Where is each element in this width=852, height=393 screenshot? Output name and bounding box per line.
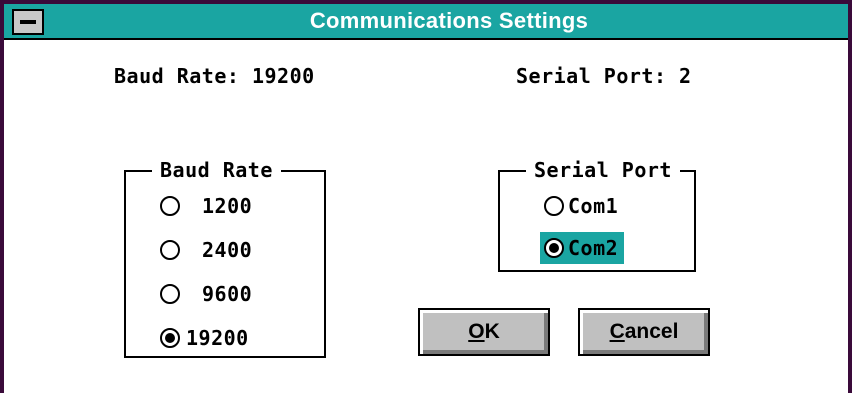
radio-label: Com1 xyxy=(568,194,619,218)
radio-port-com2[interactable]: Com2 xyxy=(540,232,625,264)
baud-rate-status: Baud Rate: 19200 xyxy=(114,64,315,88)
radio-baud-1200[interactable]: 1200 xyxy=(160,194,252,218)
window-title: Communications Settings xyxy=(309,8,589,33)
radio-label: 1200 xyxy=(202,194,253,218)
baud-rate-status-label: Baud Rate: xyxy=(114,64,240,88)
serial-port-status-value: 2 xyxy=(679,64,692,88)
radio-circle-icon xyxy=(160,284,180,304)
system-menu-button[interactable] xyxy=(12,9,44,35)
radio-label: 19200 xyxy=(186,326,249,350)
ok-accelerator: O xyxy=(468,320,485,343)
cancel-button[interactable]: Cancel xyxy=(578,308,710,356)
serial-port-status: Serial Port: 2 xyxy=(516,64,692,88)
radio-label: 2400 xyxy=(202,238,253,262)
radio-baud-9600[interactable]: 9600 xyxy=(160,282,252,306)
serial-port-group-label: Serial Port xyxy=(526,158,680,182)
radio-selected-icon xyxy=(544,238,564,258)
title-bar[interactable]: Communications Settings xyxy=(4,4,848,40)
radio-port-com1[interactable]: Com1 xyxy=(544,194,618,218)
baud-rate-group-label: Baud Rate xyxy=(152,158,281,182)
cancel-accelerator: C xyxy=(609,320,625,343)
radio-circle-icon xyxy=(160,196,180,216)
radio-label: 9600 xyxy=(202,282,253,306)
radio-label: Com2 xyxy=(568,236,619,260)
minus-icon xyxy=(20,20,36,24)
radio-circle-icon xyxy=(160,240,180,260)
serial-port-group: Serial Port Com1 Com2 xyxy=(498,158,696,272)
radio-circle-icon xyxy=(544,196,564,216)
radio-baud-2400[interactable]: 2400 xyxy=(160,238,252,262)
serial-port-status-label: Serial Port: xyxy=(516,64,667,88)
ok-label: K xyxy=(484,320,500,343)
ok-button[interactable]: OK xyxy=(418,308,550,356)
radio-selected-icon xyxy=(160,328,180,348)
cancel-label: ancel xyxy=(624,320,679,343)
baud-rate-status-value: 19200 xyxy=(251,64,315,88)
radio-baud-19200[interactable]: 19200 xyxy=(160,326,249,350)
baud-rate-group: Baud Rate 1200 2400 9600 19200 xyxy=(124,158,326,358)
dialog-window: Communications Settings Baud Rate: 19200… xyxy=(0,0,852,393)
